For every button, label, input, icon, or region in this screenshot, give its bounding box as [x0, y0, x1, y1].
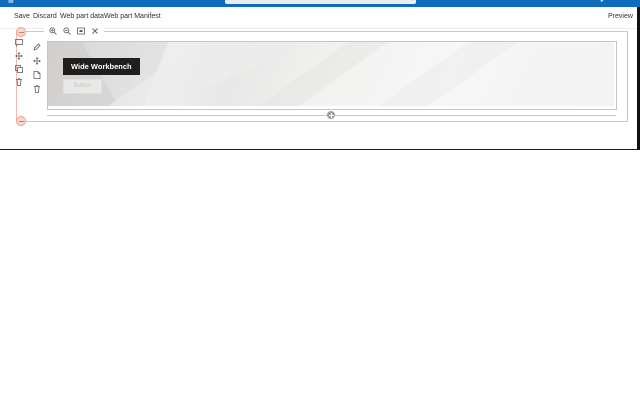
add-webpart-icon[interactable] [327, 111, 335, 119]
add-section-top-icon[interactable] [16, 27, 26, 37]
zoom-in-icon[interactable] [48, 26, 58, 36]
suite-bar: ▦ ● [0, 0, 640, 7]
duplicate-icon[interactable] [32, 70, 42, 80]
fit-screen-icon[interactable] [76, 26, 86, 36]
discard-button[interactable]: Discard [33, 13, 57, 20]
canvas-bottom-edge [0, 149, 640, 150]
delete-icon[interactable] [32, 84, 42, 94]
hero-button[interactable]: Button [63, 79, 102, 94]
zoom-out-icon[interactable] [62, 26, 72, 36]
move-section-icon[interactable] [14, 51, 24, 61]
app-launcher-icon[interactable]: ▦ [8, 0, 14, 4]
edit-section-icon[interactable] [14, 38, 24, 48]
preview-button[interactable]: Preview [608, 13, 633, 20]
search-box[interactable] [225, 0, 416, 4]
add-section-bottom-icon[interactable] [16, 116, 26, 126]
close-icon[interactable] [90, 26, 100, 36]
delete-section-icon[interactable] [14, 77, 24, 87]
webpart-toolbar [31, 40, 43, 96]
settings-icon[interactable]: ● [600, 0, 604, 4]
edit-icon[interactable] [32, 42, 42, 52]
webpart-manifest-button[interactable]: Web part Manifest [104, 13, 161, 20]
zoom-toolbar [44, 26, 104, 37]
save-button[interactable]: Save [14, 13, 30, 20]
webpart-data-button[interactable]: Web part data [60, 13, 104, 20]
hero-title: Wide Workbench [63, 58, 140, 75]
move-icon[interactable] [32, 56, 42, 66]
duplicate-section-icon[interactable] [14, 64, 24, 74]
